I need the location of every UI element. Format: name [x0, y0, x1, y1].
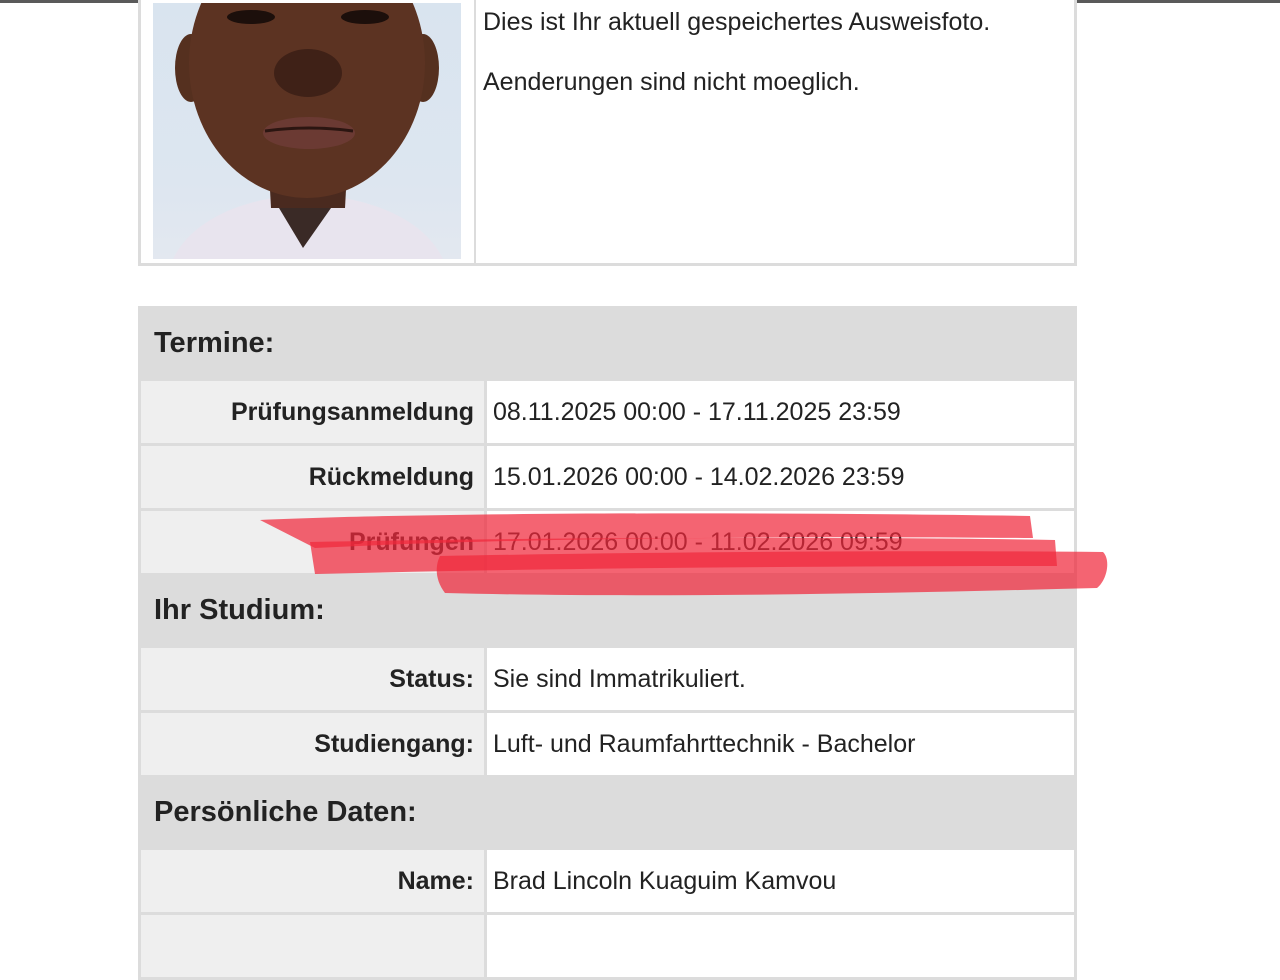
id-photo	[153, 3, 461, 259]
section-heading-persoenliche-daten: Persönliche Daten:	[141, 778, 1074, 847]
row-label-cut-off	[141, 915, 484, 977]
table-row: Rückmeldung 15.01.2026 00:00 - 14.02.202…	[141, 446, 1074, 508]
section-persoenliche-daten: Persönliche Daten:	[141, 778, 1074, 847]
row-label-status: Status:	[141, 648, 484, 710]
row-label-pruefungen: Prüfungen	[141, 511, 484, 573]
photo-no-changes-notice: Aenderungen sind nicht moeglich.	[483, 68, 860, 96]
row-label-studiengang: Studiengang:	[141, 713, 484, 775]
row-value-cut-off	[487, 915, 1074, 977]
photo-info-text: Dies ist Ihr aktuell gespeichertes Auswe…	[483, 7, 990, 127]
row-value-rueckmeldung: 15.01.2026 00:00 - 14.02.2026 23:59	[487, 446, 1074, 508]
row-label-rueckmeldung: Rückmeldung	[141, 446, 484, 508]
table-row: Prüfungen 17.01.2026 00:00 - 11.02.2026 …	[141, 511, 1074, 573]
row-value-status: Sie sind Immatrikuliert.	[487, 648, 1074, 710]
photo-saved-notice: Dies ist Ihr aktuell gespeichertes Auswe…	[483, 8, 991, 36]
row-value-studiengang: Luft- und Raumfahrttechnik - Bachelor	[487, 713, 1074, 775]
section-heading-studium: Ihr Studium:	[141, 576, 1074, 645]
section-termine: Termine:	[141, 309, 1074, 378]
student-info-table: Termine: Prüfungsanmeldung 08.11.2025 00…	[138, 306, 1077, 980]
table-row: Status: Sie sind Immatrikuliert.	[141, 648, 1074, 710]
row-value-name: Brad Lincoln Kuaguim Kamvou	[487, 850, 1074, 912]
table-row: Name: Brad Lincoln Kuaguim Kamvou	[141, 850, 1074, 912]
section-heading-termine: Termine:	[141, 309, 1074, 378]
section-studium: Ihr Studium:	[141, 576, 1074, 645]
row-value-pruefungen: 17.01.2026 00:00 - 11.02.2026 09:59	[487, 511, 1074, 573]
row-value-pruefungsanmeldung: 08.11.2025 00:00 - 17.11.2025 23:59	[487, 381, 1074, 443]
photo-cell	[141, 0, 476, 263]
id-photo-panel: Dies ist Ihr aktuell gespeichertes Auswe…	[138, 0, 1077, 266]
table-row: Studiengang: Luft- und Raumfahrttechnik …	[141, 713, 1074, 775]
table-row	[141, 915, 1074, 977]
row-label-name: Name:	[141, 850, 484, 912]
table-row: Prüfungsanmeldung 08.11.2025 00:00 - 17.…	[141, 381, 1074, 443]
row-label-pruefungsanmeldung: Prüfungsanmeldung	[141, 381, 484, 443]
